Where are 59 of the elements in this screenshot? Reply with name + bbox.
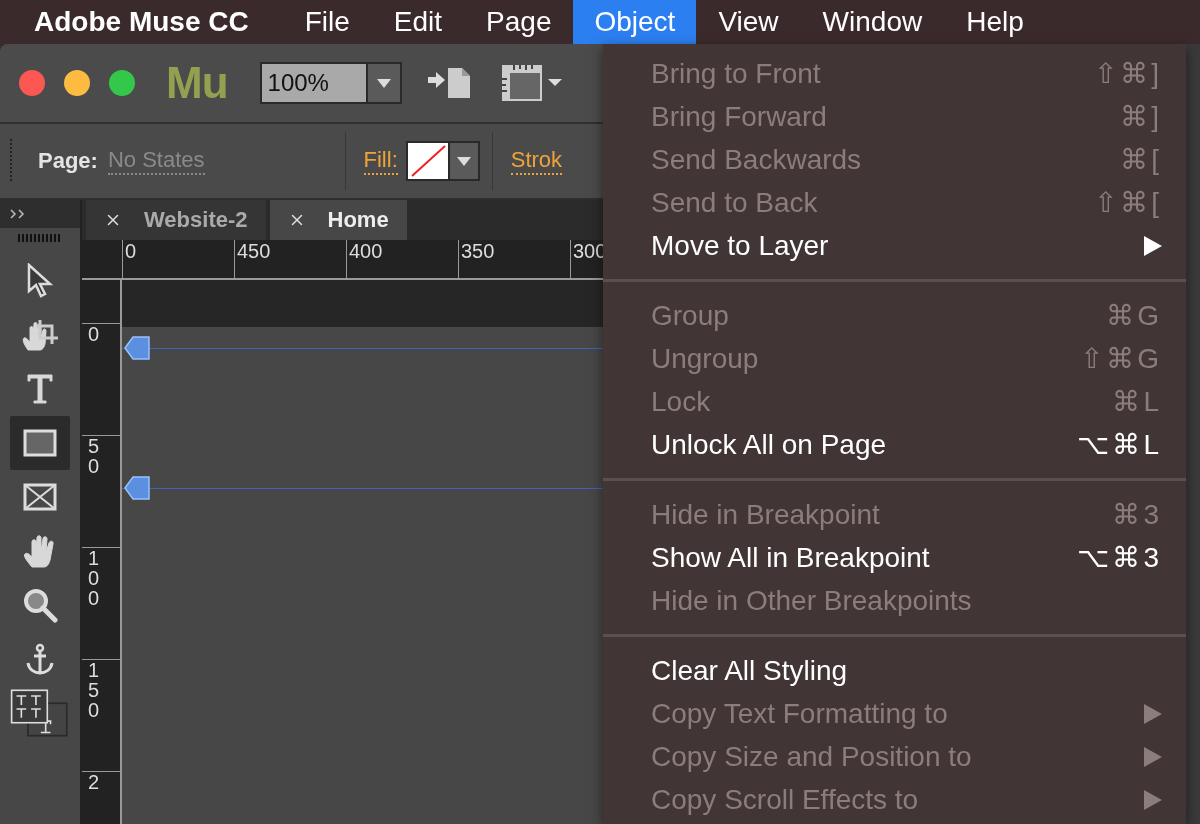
ruler-label: 100 (88, 548, 101, 608)
menu-option[interactable]: Show All in Breakpoint ⌥⌘3 (603, 536, 1186, 579)
guide-handle-icon[interactable] (124, 476, 150, 500)
image-frame-icon (23, 483, 57, 511)
shortcut: ⌘G (1106, 299, 1162, 332)
ruler-label: 150 (88, 660, 101, 720)
stroke-label[interactable]: Strok (510, 147, 563, 175)
zoom-field[interactable]: 100% (259, 62, 402, 104)
ruler-label: 350 (458, 240, 570, 278)
ruler-label: 50 (88, 436, 101, 476)
ruler-frame-icon[interactable] (501, 65, 564, 101)
shortcut: ⌥⌘L (1077, 428, 1162, 461)
menu-item[interactable]: Window (800, 0, 945, 44)
close-button[interactable] (19, 70, 45, 96)
ruler-label: 2 (88, 772, 101, 792)
menu-item[interactable]: Help (944, 0, 1046, 44)
document-tab[interactable]: Website-2 (86, 200, 266, 240)
shortcut: ⌘[ (1120, 143, 1162, 176)
document-tab[interactable]: Home (269, 200, 407, 240)
fill-swatch[interactable] (405, 141, 480, 181)
ruler-label: 450 (234, 240, 346, 278)
grip-icon (18, 234, 62, 242)
shortcut: ⌥⌘3 (1077, 541, 1162, 574)
shortcut: ⇧⌘[ (1094, 186, 1162, 219)
page-label: Page: (38, 148, 98, 174)
tool-button[interactable] (10, 416, 70, 470)
menu-item[interactable]: Object (573, 0, 697, 44)
menu-item[interactable]: File (282, 0, 372, 44)
shortcut: ⌘] (1120, 100, 1162, 133)
page-states-link[interactable]: No States (107, 147, 205, 175)
menu-item[interactable]: Edit (371, 0, 465, 44)
shortcut: ⇧⌘G (1080, 342, 1162, 375)
hand-crop-icon (20, 318, 60, 352)
menu-option[interactable]: Unlock All on Page ⌥⌘L (603, 423, 1186, 466)
shortcut: ⌘3 (1112, 498, 1162, 531)
ruler-label: 0 (122, 240, 234, 278)
app-menu[interactable]: Adobe Muse CC (14, 0, 269, 44)
arrow-pointer-icon (27, 263, 53, 299)
shortcut: ⌘L (1112, 385, 1162, 418)
menu-option[interactable]: Clear All Styling (603, 649, 1186, 692)
zoom-button[interactable] (109, 70, 135, 96)
menu-item[interactable]: View (696, 0, 801, 44)
caret-icon (456, 156, 471, 166)
ruler-label: 0 (88, 324, 101, 344)
guide-handle-icon[interactable] (124, 336, 150, 360)
fill-label[interactable]: Fill: (363, 147, 398, 175)
caret-icon (376, 78, 391, 88)
type-icon (26, 373, 54, 405)
minimize-button[interactable] (64, 70, 90, 96)
tool-button[interactable] (10, 686, 70, 740)
anchor-icon (25, 643, 55, 675)
menu-item[interactable]: Page (464, 0, 574, 44)
grip-icon (10, 139, 14, 183)
app-logo: Mu (166, 58, 228, 108)
rectangle-icon (23, 429, 57, 457)
ruler-label: 400 (346, 240, 458, 278)
search-icon (22, 587, 58, 623)
shortcut: ⇧⌘] (1094, 57, 1162, 90)
place-file-icon[interactable] (427, 68, 472, 98)
